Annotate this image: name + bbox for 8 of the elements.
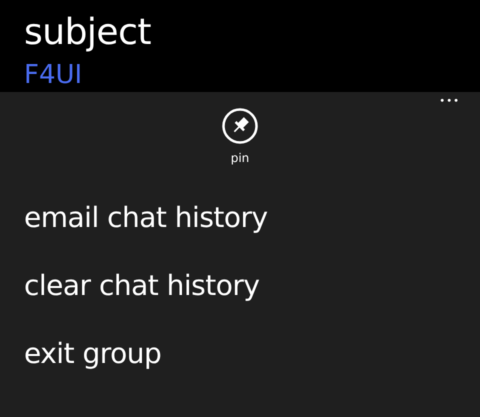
pin-icon: [222, 108, 258, 144]
menu-item[interactable]: exit group: [24, 337, 480, 371]
menu-item[interactable]: clear chat history: [24, 269, 480, 303]
menu-item[interactable]: email chat history: [24, 201, 480, 235]
page-title: subject: [24, 11, 152, 55]
pin-button[interactable]: pin: [222, 108, 258, 167]
more-button[interactable]: •••: [439, 94, 460, 109]
page-subtitle: F4UI: [24, 59, 84, 92]
